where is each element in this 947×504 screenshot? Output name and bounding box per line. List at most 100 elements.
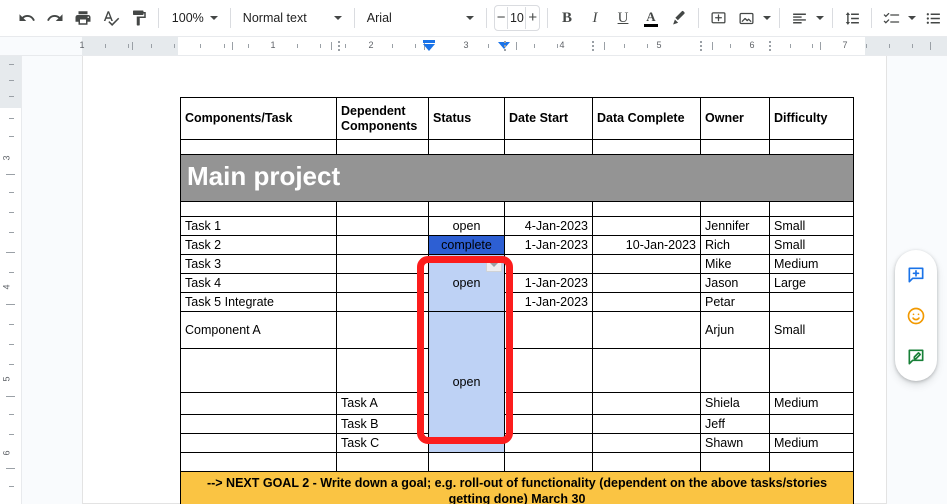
cell[interactable] [770,453,854,472]
cell[interactable] [701,202,770,217]
cell-status-selected-merged-2[interactable]: open [429,312,505,453]
project-table[interactable]: Components/Task Dependent Components Sta… [180,97,854,504]
horizontal-ruler[interactable]: 1 1 2 3 4 5 6 7 [0,37,947,56]
cell-complete[interactable] [593,293,701,312]
highlight-pen-icon[interactable] [665,4,693,32]
cell[interactable] [770,140,854,155]
cell-complete[interactable]: 10-Jan-2023 [593,236,701,255]
cell-task[interactable]: Task 5 Integrate [181,293,337,312]
line-spacing-icon[interactable] [838,4,866,32]
increase-font-size-button[interactable]: + [526,7,539,29]
cell[interactable] [181,202,337,217]
cell[interactable] [701,140,770,155]
cell-dep[interactable] [337,217,429,236]
cell[interactable] [337,453,429,472]
cell-start[interactable]: 4-Jan-2023 [505,217,593,236]
cell-owner[interactable]: Shiela [701,393,770,415]
cell[interactable] [505,202,593,217]
cell[interactable] [429,140,505,155]
cell-start[interactable] [505,415,593,434]
cell-owner[interactable]: Arjun [701,312,770,349]
cell-dep[interactable]: Task B [337,415,429,434]
cell-difficulty[interactable]: Medium [770,393,854,415]
cell-dep[interactable]: Task A [337,393,429,415]
cell-task[interactable] [181,393,337,415]
cell-dep[interactable] [337,255,429,274]
decrease-font-size-button[interactable]: − [495,7,508,29]
cell-complete[interactable] [593,434,701,453]
cell-owner[interactable]: Jennifer [701,217,770,236]
cell-owner[interactable]: Jason [701,274,770,293]
cell[interactable] [770,202,854,217]
cell-task[interactable]: Task 3 [181,255,337,274]
cell[interactable] [337,140,429,155]
first-line-indent-marker[interactable] [423,40,435,43]
underline-button[interactable]: U [609,4,637,32]
cell-start[interactable] [505,393,593,415]
next-goal-banner[interactable]: --> NEXT GOAL 2 - Write down a goal; e.g… [181,472,854,504]
undo-icon[interactable] [13,4,41,32]
cell-difficulty[interactable] [770,415,854,434]
zoom-selector[interactable]: 100% [164,5,225,31]
cell-complete[interactable] [593,312,701,349]
cell-owner[interactable]: Jeff [701,415,770,434]
cell-task[interactable]: Task 4 [181,274,337,293]
cell-complete[interactable] [593,274,701,293]
document-canvas[interactable]: Components/Task Dependent Components Sta… [22,56,947,504]
font-size-stepper[interactable]: − 10 + [494,5,540,31]
cell-start[interactable]: 1-Jan-2023 [505,293,593,312]
cell[interactable] [181,453,337,472]
document-page[interactable]: Components/Task Dependent Components Sta… [82,56,887,504]
font-selector[interactable]: Arial [360,5,481,31]
cell[interactable] [429,453,505,472]
emoji-reaction-icon[interactable] [901,301,931,331]
cell-dep[interactable] [337,312,429,349]
cell-difficulty[interactable] [770,293,854,312]
left-indent-marker[interactable] [423,44,435,51]
cell-dep[interactable] [337,349,429,393]
align-icon[interactable] [785,4,813,32]
insert-image-dropdown[interactable] [760,4,774,32]
cell-owner[interactable]: Mike [701,255,770,274]
cell-difficulty[interactable] [770,349,854,393]
cell-difficulty[interactable]: Small [770,217,854,236]
bulleted-list-icon[interactable] [919,4,947,32]
cell-owner[interactable]: Shawn [701,434,770,453]
cell-complete[interactable] [593,415,701,434]
checklist-icon[interactable] [877,4,905,32]
suggest-edit-icon[interactable] [901,342,931,372]
cell-difficulty[interactable]: Medium [770,434,854,453]
insert-image-icon[interactable] [732,4,760,32]
cell-difficulty[interactable]: Medium [770,255,854,274]
cell-status[interactable]: open [429,217,505,236]
cell[interactable] [593,202,701,217]
cell-owner[interactable]: Rich [701,236,770,255]
cell-start[interactable]: 1-Jan-2023 [505,236,593,255]
cell[interactable] [337,202,429,217]
cell-difficulty[interactable]: Small [770,236,854,255]
cell[interactable] [701,453,770,472]
insert-comment-icon[interactable] [704,4,732,32]
spellcheck-icon[interactable] [97,4,125,32]
cell-start[interactable] [505,349,593,393]
cell[interactable] [593,140,701,155]
cell-complete[interactable] [593,393,701,415]
cell-start[interactable] [505,255,593,274]
text-color-button[interactable]: A [637,4,665,32]
cell-start[interactable]: 1-Jan-2023 [505,274,593,293]
cell[interactable] [181,140,337,155]
italic-button[interactable]: I [581,4,609,32]
cell-task[interactable]: Task 1 [181,217,337,236]
cell[interactable] [593,453,701,472]
cell-difficulty[interactable]: Large [770,274,854,293]
cell-owner[interactable]: Petar [701,293,770,312]
print-icon[interactable] [69,4,97,32]
cell[interactable] [429,202,505,217]
cell-status-selected-merged[interactable]: open [429,255,505,312]
cell-dep[interactable] [337,236,429,255]
cell[interactable] [505,453,593,472]
cell-dropdown-chip[interactable] [486,257,502,272]
cell-start[interactable] [505,312,593,349]
cell-complete[interactable] [593,217,701,236]
cell-complete[interactable] [593,255,701,274]
